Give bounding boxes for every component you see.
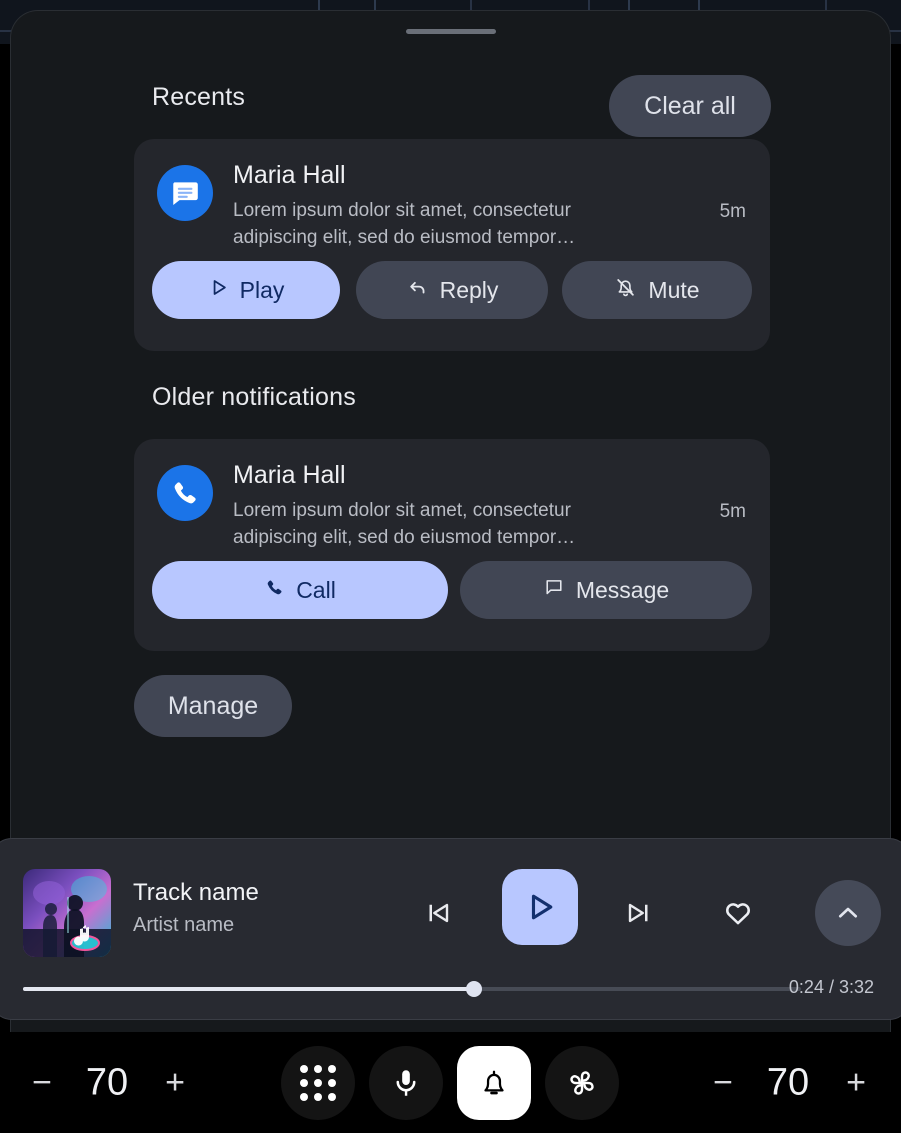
play-icon (208, 277, 229, 304)
notification-body: Lorem ipsum dolor sit amet, consectetur … (233, 200, 576, 248)
call-action-button[interactable]: Call (152, 561, 448, 619)
play-button[interactable] (502, 869, 578, 945)
progress-fill (23, 987, 475, 991)
mute-action-button[interactable]: Mute (562, 261, 752, 319)
phone-icon (264, 577, 285, 604)
mute-action-label: Mute (648, 276, 700, 303)
chevron-up-icon[interactable] (815, 880, 881, 946)
reply-icon (406, 276, 429, 305)
microphone-icon[interactable] (369, 1046, 443, 1120)
message-icon (543, 576, 565, 604)
phone-icon (157, 465, 213, 521)
notification-card[interactable]: Maria Hall Lorem ipsum dolor sit amet, c… (134, 439, 770, 651)
progress-thumb[interactable] (466, 981, 483, 997)
play-action-label: Play (239, 276, 285, 303)
skip-previous-icon[interactable] (414, 889, 462, 937)
temp-value-right: 70 (766, 1061, 810, 1104)
notification-content: Maria Hall Lorem ipsum dolor sit amet, c… (134, 139, 770, 257)
bell-icon[interactable] (457, 1046, 531, 1120)
temp-decrease-left-button[interactable]: − (22, 1064, 62, 1103)
fan-icon[interactable] (545, 1046, 619, 1120)
temp-increase-right-button[interactable]: + (836, 1064, 876, 1103)
messages-icon (157, 165, 213, 221)
track-name: Track name (133, 879, 259, 906)
notification-body: Lorem ipsum dolor sit amet, consectetur … (233, 500, 576, 548)
reply-action-button[interactable]: Reply (356, 261, 548, 319)
heart-icon[interactable] (714, 889, 762, 937)
notification-title: Maria Hall (233, 161, 346, 189)
temperature-control-left: − 70 + (0, 1033, 220, 1133)
manage-button[interactable]: Manage (134, 675, 292, 737)
message-action-button[interactable]: Message (460, 561, 752, 619)
manage-label: Manage (167, 691, 259, 720)
drag-handle[interactable] (405, 29, 496, 34)
notification-time: 5m (719, 501, 746, 522)
clear-all-button[interactable]: Clear all (609, 75, 771, 137)
notification-card[interactable]: Maria Hall Lorem ipsum dolor sit amet, c… (134, 139, 770, 351)
album-art[interactable] (23, 869, 111, 957)
notification-content: Maria Hall Lorem ipsum dolor sit amet, c… (134, 439, 770, 557)
bottom-bar: − 70 + − 70 + (0, 1033, 901, 1133)
bell-off-icon (614, 276, 637, 305)
apps-grid-icon[interactable] (281, 1046, 355, 1120)
time-label: 0:24 / 3:32 (788, 977, 874, 997)
reply-action-label: Reply (439, 276, 499, 303)
play-action-button[interactable]: Play (152, 261, 340, 319)
notification-title: Maria Hall (233, 461, 346, 489)
apps-grid-dots (300, 1065, 336, 1101)
notification-actions: Call Message (134, 561, 770, 631)
artist-name: Artist name (133, 914, 235, 936)
message-action-label: Message (575, 576, 670, 603)
temp-increase-left-button[interactable]: + (155, 1064, 195, 1103)
progress-slider[interactable] (23, 981, 801, 997)
recents-header: Recents (152, 83, 246, 111)
clear-all-label: Clear all (644, 91, 736, 120)
temp-decrease-right-button[interactable]: − (703, 1064, 743, 1103)
temperature-control-right: − 70 + (690, 1033, 901, 1133)
notification-actions: Play Reply Mute (134, 261, 770, 331)
older-notifications-header: Older notifications (152, 383, 356, 411)
media-player: Track name Artist name 0:24 / 3:32 (0, 838, 901, 1020)
skip-next-icon[interactable] (615, 889, 663, 937)
call-action-label: Call (296, 576, 336, 603)
notification-time: 5m (719, 201, 746, 222)
temp-value-left: 70 (85, 1061, 129, 1104)
